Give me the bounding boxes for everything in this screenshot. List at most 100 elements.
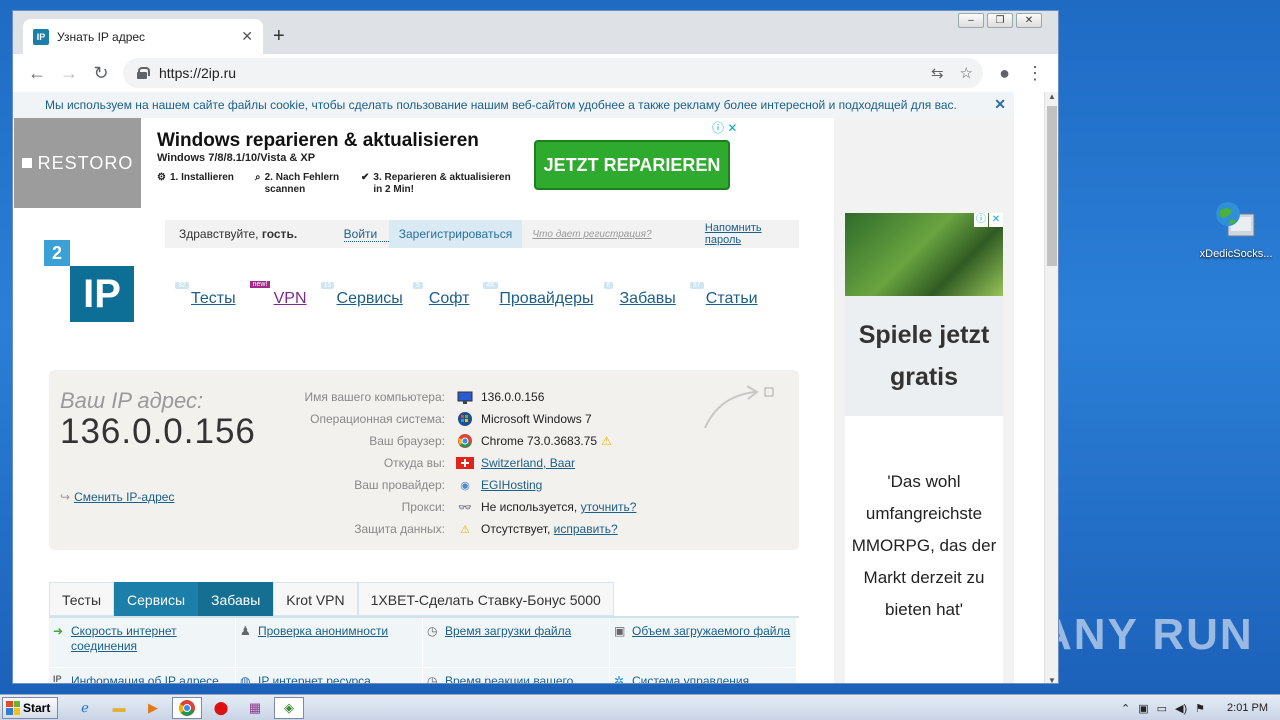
taskbar: Start ℯ ▬ ▶ ⬤ ▦ ◈ ⌃ ▣ ▭ ◀) ⚑ 2:01 PM	[0, 694, 1280, 720]
remind-password-link[interactable]: Напомнить пароль	[705, 222, 799, 246]
forward-arrow-icon[interactable]: →	[53, 63, 85, 84]
login-link[interactable]: Войти	[343, 227, 389, 242]
logo-ip[interactable]: IP	[70, 266, 134, 322]
account-icon[interactable]: ●	[999, 63, 1010, 84]
network-app-icon[interactable]: ◈	[274, 696, 304, 719]
location-link[interactable]: Switzerland, Baar	[481, 456, 575, 470]
row-provider: Ваш провайдер: ◉ EGIHosting	[354, 478, 543, 492]
clock-icon: ◷	[427, 624, 438, 638]
provider-link[interactable]: EGIHosting	[481, 478, 542, 492]
monitor-tray-icon[interactable]: ▭	[1157, 702, 1167, 715]
winrar-icon[interactable]: ▦	[240, 697, 270, 719]
opera-icon[interactable]: ⬤	[206, 697, 236, 719]
ad-choices[interactable]: ⓘ ✕	[974, 213, 1003, 227]
scroll-up-icon[interactable]: ▲	[1046, 92, 1058, 101]
ad-info-icon[interactable]: ⓘ ✕	[712, 119, 737, 136]
start-button[interactable]: Start	[2, 696, 58, 719]
row-data-protection: Защита данных: ⚠ Отсутствует, исправить?	[354, 522, 618, 536]
star-icon[interactable]: ☆	[960, 64, 973, 82]
nav-articles[interactable]: 37 Статьи	[689, 282, 758, 308]
minimize-button[interactable]: –	[958, 13, 984, 28]
speed-arrow-icon: ➜	[53, 624, 64, 638]
lock-icon	[137, 67, 150, 79]
clarify-link[interactable]: уточнить?	[581, 500, 637, 514]
ip-badge-icon: ◍	[240, 674, 251, 684]
ad-logo: RESTORO	[14, 118, 141, 208]
web-page: Мы используем на нашем сайте файлы cooki…	[13, 92, 1044, 684]
link-speed-test[interactable]: ➜ Скорость интернет соединения	[49, 618, 236, 668]
tab-close-icon[interactable]: ✕	[241, 28, 253, 45]
menu-icon[interactable]: ⋮	[1026, 63, 1044, 84]
browser-tab[interactable]: IP Узнать IP адрес ✕	[23, 19, 263, 54]
address-bar[interactable]: https://2ip.ru ⇆ ☆	[123, 58, 983, 88]
nav-tests[interactable]: 32 Тесты	[175, 282, 236, 308]
scroll-thumb[interactable]	[1047, 106, 1057, 266]
nav-vpn[interactable]: new! VPN	[249, 281, 307, 308]
tab-services[interactable]: Сервисы	[114, 582, 199, 616]
url-text: https://2ip.ru	[159, 65, 237, 81]
translate-icon[interactable]: ⇆	[931, 64, 944, 82]
register-link[interactable]: Зарегистрироваться	[388, 220, 523, 248]
main-nav: 32 Тесты new! VPN 15 Сервисы 5 Софт 4K Провай…	[173, 281, 780, 308]
tab-tests[interactable]: Тесты	[49, 582, 115, 616]
back-arrow-icon[interactable]: ←	[21, 63, 53, 84]
link-ip-resource[interactable]: ◍ IP интернет ресурса	[236, 668, 423, 684]
browser-window: – ❐ ✕ IP Узнать IP адрес ✕ + ← → ↻ https…	[12, 10, 1059, 684]
vertical-scrollbar[interactable]: ▲ ▼	[1044, 92, 1058, 683]
desktop-icon-label: xDedicSocks...	[1199, 248, 1273, 260]
registration-info-link[interactable]: Что дает регистрация?	[522, 229, 705, 240]
service-links: ➜ Скорость интернет соединения ♟ Проверка …	[49, 618, 799, 684]
ad-banner[interactable]: RESTORO Windows reparieren & aktualisier…	[14, 118, 740, 208]
ad-cta-button[interactable]: JETZT REPARIEREN	[534, 140, 730, 190]
swiss-flag-icon	[455, 456, 475, 470]
link-anonymity[interactable]: ♟ Проверка анонимности	[236, 618, 423, 668]
link-reaction-time[interactable]: ◷ Время реакции вашего	[423, 668, 610, 684]
tab-krot-vpn[interactable]: Krot VPN	[273, 582, 358, 616]
change-ip-link[interactable]: ↪ Сменить IP-адрес	[60, 490, 174, 504]
favicon-icon: IP	[33, 28, 49, 45]
tab-title: Узнать IP адрес	[57, 29, 146, 44]
new-tab-button[interactable]: +	[273, 25, 285, 48]
cookie-text: Мы используем на нашем сайте файлы cooki…	[45, 98, 957, 112]
document-icon: ▣	[614, 624, 626, 638]
globe-icon: ◉	[460, 479, 470, 492]
action-center-icon[interactable]: ⚑	[1195, 702, 1205, 715]
windows-logo-icon	[6, 700, 20, 715]
show-hidden-icon[interactable]: ⌃	[1121, 702, 1130, 715]
link-ip-info[interactable]: IP Информация об IP адресе	[49, 668, 236, 684]
browser-toolbar: ← → ↻ https://2ip.ru ⇆ ☆ ● ⋮	[13, 54, 1058, 92]
link-file-size[interactable]: ▣ Объем загружаемого файла	[610, 618, 797, 668]
nav-providers[interactable]: 4K Провайдеры	[483, 282, 594, 308]
gear-icon: ✲	[614, 674, 625, 684]
login-bar: Здравствуйте, гость. Войти Зарегистриров…	[165, 220, 799, 248]
fix-link[interactable]: исправить?	[554, 522, 618, 536]
gear-icon: ⚙	[157, 172, 166, 183]
scroll-down-icon[interactable]: ▼	[1046, 676, 1058, 683]
search-icon: ⌕	[255, 172, 261, 183]
media-player-icon[interactable]: ▶	[138, 697, 168, 719]
nav-services[interactable]: 15 Сервисы	[320, 282, 403, 308]
ip-icon: IP	[53, 674, 62, 684]
network-icon[interactable]: ▣	[1138, 702, 1148, 715]
logo-2[interactable]: 2	[44, 240, 70, 266]
nav-fun[interactable]: 6 Забавы	[603, 282, 676, 308]
close-icon[interactable]: ✕	[994, 96, 1006, 113]
ad-title: Windows reparieren & aktualisieren	[157, 130, 479, 151]
ie-icon[interactable]: ℯ	[70, 697, 100, 719]
desktop-icon-xdedicsocks[interactable]: xDedicSocks...	[1196, 200, 1276, 270]
restore-button[interactable]: ❐	[987, 13, 1013, 28]
tab-fun[interactable]: Забавы	[198, 582, 274, 616]
clock[interactable]: 2:01 PM	[1227, 702, 1268, 714]
link-load-time[interactable]: ◷ Время загрузки файла	[423, 618, 610, 668]
timer-icon: ◷	[427, 674, 438, 684]
link-cms[interactable]: ✲ Система управления	[610, 668, 797, 684]
folder-icon[interactable]: ▬	[104, 697, 134, 719]
nav-software[interactable]: 5 Софт	[412, 282, 469, 308]
chrome-taskbar-icon[interactable]	[172, 696, 202, 719]
close-window-button[interactable]: ✕	[1016, 13, 1042, 28]
volume-icon[interactable]: ◀)	[1175, 702, 1187, 715]
reload-icon[interactable]: ↻	[85, 63, 117, 84]
side-ad[interactable]: ⓘ ✕ Spiele jetzt gratis 'Das wohl umfangr…	[834, 118, 1014, 683]
side-ad-headline: Spiele jetzt gratis	[845, 296, 1003, 416]
tab-1xbet[interactable]: 1XBET-Сделать Ставку-Бонус 5000	[357, 582, 614, 616]
